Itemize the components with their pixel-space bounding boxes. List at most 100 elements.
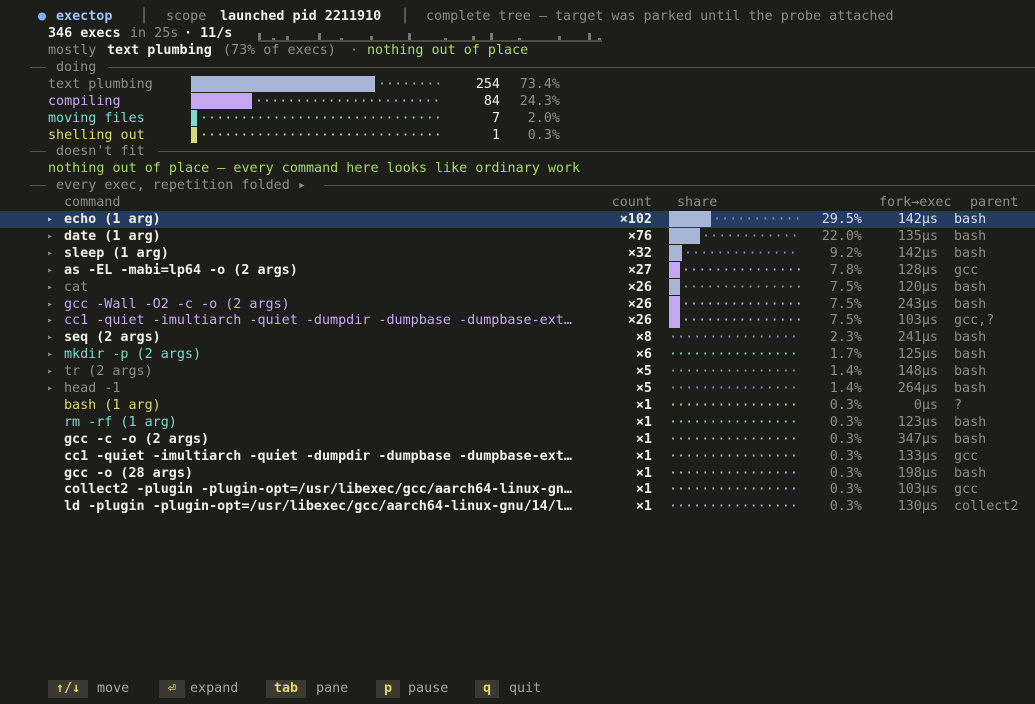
parent-cell: bash xyxy=(954,414,987,430)
column-header-parent[interactable]: parent xyxy=(970,194,1018,211)
command-text: ld -plugin -plugin-opt=/usr/libexec/gcc/… xyxy=(64,499,572,515)
expand-caret-icon[interactable]: ▸ xyxy=(47,363,53,380)
scope-value: launched pid 2211910 xyxy=(220,9,382,24)
section-rule xyxy=(324,185,1035,186)
exec-count-cell: ×102 xyxy=(619,212,652,227)
exec-count-cell: ×1 xyxy=(635,414,652,430)
expand-caret-icon[interactable]: ▸ xyxy=(47,211,53,228)
share-track: ··············· xyxy=(682,279,803,295)
share-track: ··············· xyxy=(682,313,803,329)
section-every-exec-header[interactable]: every exec, repetition folded ▸ xyxy=(0,177,1035,194)
fork-exec-cell: 241µs xyxy=(897,330,938,346)
table-row[interactable]: bash (1 arg) ×1 ················ 0.3% 0µs? xyxy=(0,397,1035,414)
expand-caret-icon[interactable]: ▸ xyxy=(47,228,53,245)
command-text: as -EL -mabi=lp64 -o (2 args) xyxy=(64,262,298,278)
table-row[interactable]: rm -rf (1 arg) ×1 ················ 0.3% 123µ… xyxy=(0,414,1035,431)
key-pane[interactable]: tab xyxy=(266,680,306,698)
share-pct-cell: 2.3% xyxy=(829,330,862,346)
column-header-fork-exec[interactable]: fork→exec xyxy=(879,194,952,211)
section-doesnt-fit-header: doesn't fit xyxy=(0,143,1035,160)
share-track: ············ xyxy=(702,228,799,244)
share-track: ··············· xyxy=(682,296,803,312)
expand-caret-icon[interactable]: ▸ xyxy=(47,245,53,262)
table-row[interactable]: ▸ mkdir -p (2 args) ×6 ················ 1.7%… xyxy=(0,346,1035,363)
category-label: moving files xyxy=(48,111,145,126)
share-track: ················ xyxy=(669,381,798,396)
share-bar xyxy=(669,278,680,295)
key-label-pane: pane xyxy=(316,681,349,696)
key-move[interactable]: ↑/↓ xyxy=(48,680,88,698)
category-share-track: ······························ xyxy=(200,128,442,143)
expand-caret-icon[interactable]: ▸ xyxy=(47,346,53,363)
parent-cell: bash xyxy=(954,228,987,244)
command-text: gcc -c -o (2 args) xyxy=(64,431,210,447)
table-row[interactable]: collect2 -plugin -plugin-opt=/usr/libexe… xyxy=(0,481,1035,498)
column-header-count[interactable]: count xyxy=(590,194,652,211)
parent-cell: gcc xyxy=(954,482,979,498)
command-text: gcc -o (28 args) xyxy=(64,465,193,481)
anomaly-message: nothing out of place — every command her… xyxy=(48,161,581,176)
expand-caret-icon[interactable]: ▸ xyxy=(47,312,53,329)
parent-cell: gcc xyxy=(954,448,979,464)
fork-exec-cell: 198µs xyxy=(897,465,938,481)
column-header-command[interactable]: command xyxy=(64,194,120,211)
parent-cell: bash xyxy=(954,381,987,396)
terminal-screen: ● exectop │ scope launched pid 2211910 │… xyxy=(0,0,1035,704)
table-row[interactable]: ▸ tr (2 args) ×5 ················ 1.4% 148µs b… xyxy=(0,363,1035,380)
key-pause[interactable]: p xyxy=(376,680,400,698)
category-share-bar xyxy=(191,127,197,143)
fork-exec-cell: 135µs xyxy=(897,228,938,244)
table-row[interactable]: gcc -o (28 args) ×1 ················ 0.3% 19… xyxy=(0,465,1035,482)
parent-cell: collect2 xyxy=(954,499,1019,515)
command-text: head -1 xyxy=(64,381,121,396)
share-pct-cell: 1.7% xyxy=(829,347,862,363)
exec-count-cell: ×1 xyxy=(635,482,652,498)
fork-exec-cell: 133µs xyxy=(897,448,938,464)
expand-caret-icon[interactable]: ▸ xyxy=(47,279,53,296)
table-row[interactable]: ld -plugin -plugin-opt=/usr/libexec/gcc/… xyxy=(0,498,1035,515)
table-row[interactable]: cc1 -quiet -imultiarch -quiet -dumpdir -… xyxy=(0,448,1035,465)
command-text: sleep (1 arg) xyxy=(64,245,169,261)
anomaly-message-line: nothing out of place — every command her… xyxy=(0,160,1035,177)
expand-caret-icon[interactable]: ▸ xyxy=(47,262,53,279)
table-row-selected[interactable]: ▸ echo (1 arg) ×102 ··········· 29.5% 142µs ba… xyxy=(0,211,1035,228)
exec-count-cell: ×1 xyxy=(635,397,652,413)
parent-cell: bash xyxy=(954,465,987,481)
table-row[interactable]: ▸ cc1 -quiet -imultiarch -quiet -dumpdir … xyxy=(0,312,1035,329)
exec-count-cell: ×26 xyxy=(627,279,652,295)
expand-caret-icon[interactable]: ▸ xyxy=(47,380,53,397)
fork-exec-cell: 347µs xyxy=(897,431,938,447)
table-row[interactable]: gcc -c -o (2 args) ×1 ················ 0.3%… xyxy=(0,431,1035,448)
parent-cell: bash xyxy=(954,245,987,261)
table-row[interactable]: ▸ as -EL -mabi=lp64 -o (2 args) ×27 ·······… xyxy=(0,261,1035,279)
expand-caret-icon[interactable]: ▸ xyxy=(47,329,53,346)
summary-lead: mostly xyxy=(48,43,97,58)
share-bar xyxy=(669,227,700,244)
table-row[interactable]: ▸ gcc -Wall -O2 -c -o (2 args) ×26 ········… xyxy=(0,295,1035,313)
share-pct-cell: 0.3% xyxy=(829,397,862,413)
key-expand[interactable]: ⏎ xyxy=(159,680,185,698)
category-pct: 73.4% xyxy=(519,77,560,92)
fork-exec-cell: 148µs xyxy=(897,364,938,380)
category-label: text plumbing xyxy=(48,77,153,92)
exec-count-cell: ×1 xyxy=(635,448,652,464)
table-row[interactable]: ▸ sleep (1 arg) ×32 ·············· 9.2% 142µs… xyxy=(0,244,1035,262)
exec-count-cell: ×5 xyxy=(635,364,652,380)
table-row[interactable]: ▸ cat ×26 ··············· 7.5% 120µs bash xyxy=(0,278,1035,296)
table-row[interactable]: ▸ date (1 arg) ×76 ············ 22.0% 135µs ba… xyxy=(0,227,1035,245)
fork-exec-cell: 128µs xyxy=(897,262,938,278)
fork-exec-cell: 123µs xyxy=(897,414,938,430)
section-rule xyxy=(30,67,46,68)
key-quit[interactable]: q xyxy=(475,680,499,698)
key-label-expand: expand xyxy=(190,681,239,696)
share-pct-cell: 9.2% xyxy=(829,245,862,261)
category-label: shelling out xyxy=(48,128,145,143)
table-row[interactable]: ▸ head -1 ×5 ················ 1.4% 264µs bash xyxy=(0,380,1035,397)
divider: │ xyxy=(401,9,410,24)
fork-exec-cell: 142µs xyxy=(897,245,938,261)
parent-cell: bash xyxy=(954,364,987,380)
expand-caret-icon[interactable]: ▸ xyxy=(47,296,53,313)
category-row: text plumbing ········ 254 73.4% xyxy=(0,76,1035,93)
column-header-share[interactable]: share xyxy=(677,194,717,211)
table-row[interactable]: ▸ seq (2 args) ×8 ················ 2.3% 241µs… xyxy=(0,329,1035,346)
